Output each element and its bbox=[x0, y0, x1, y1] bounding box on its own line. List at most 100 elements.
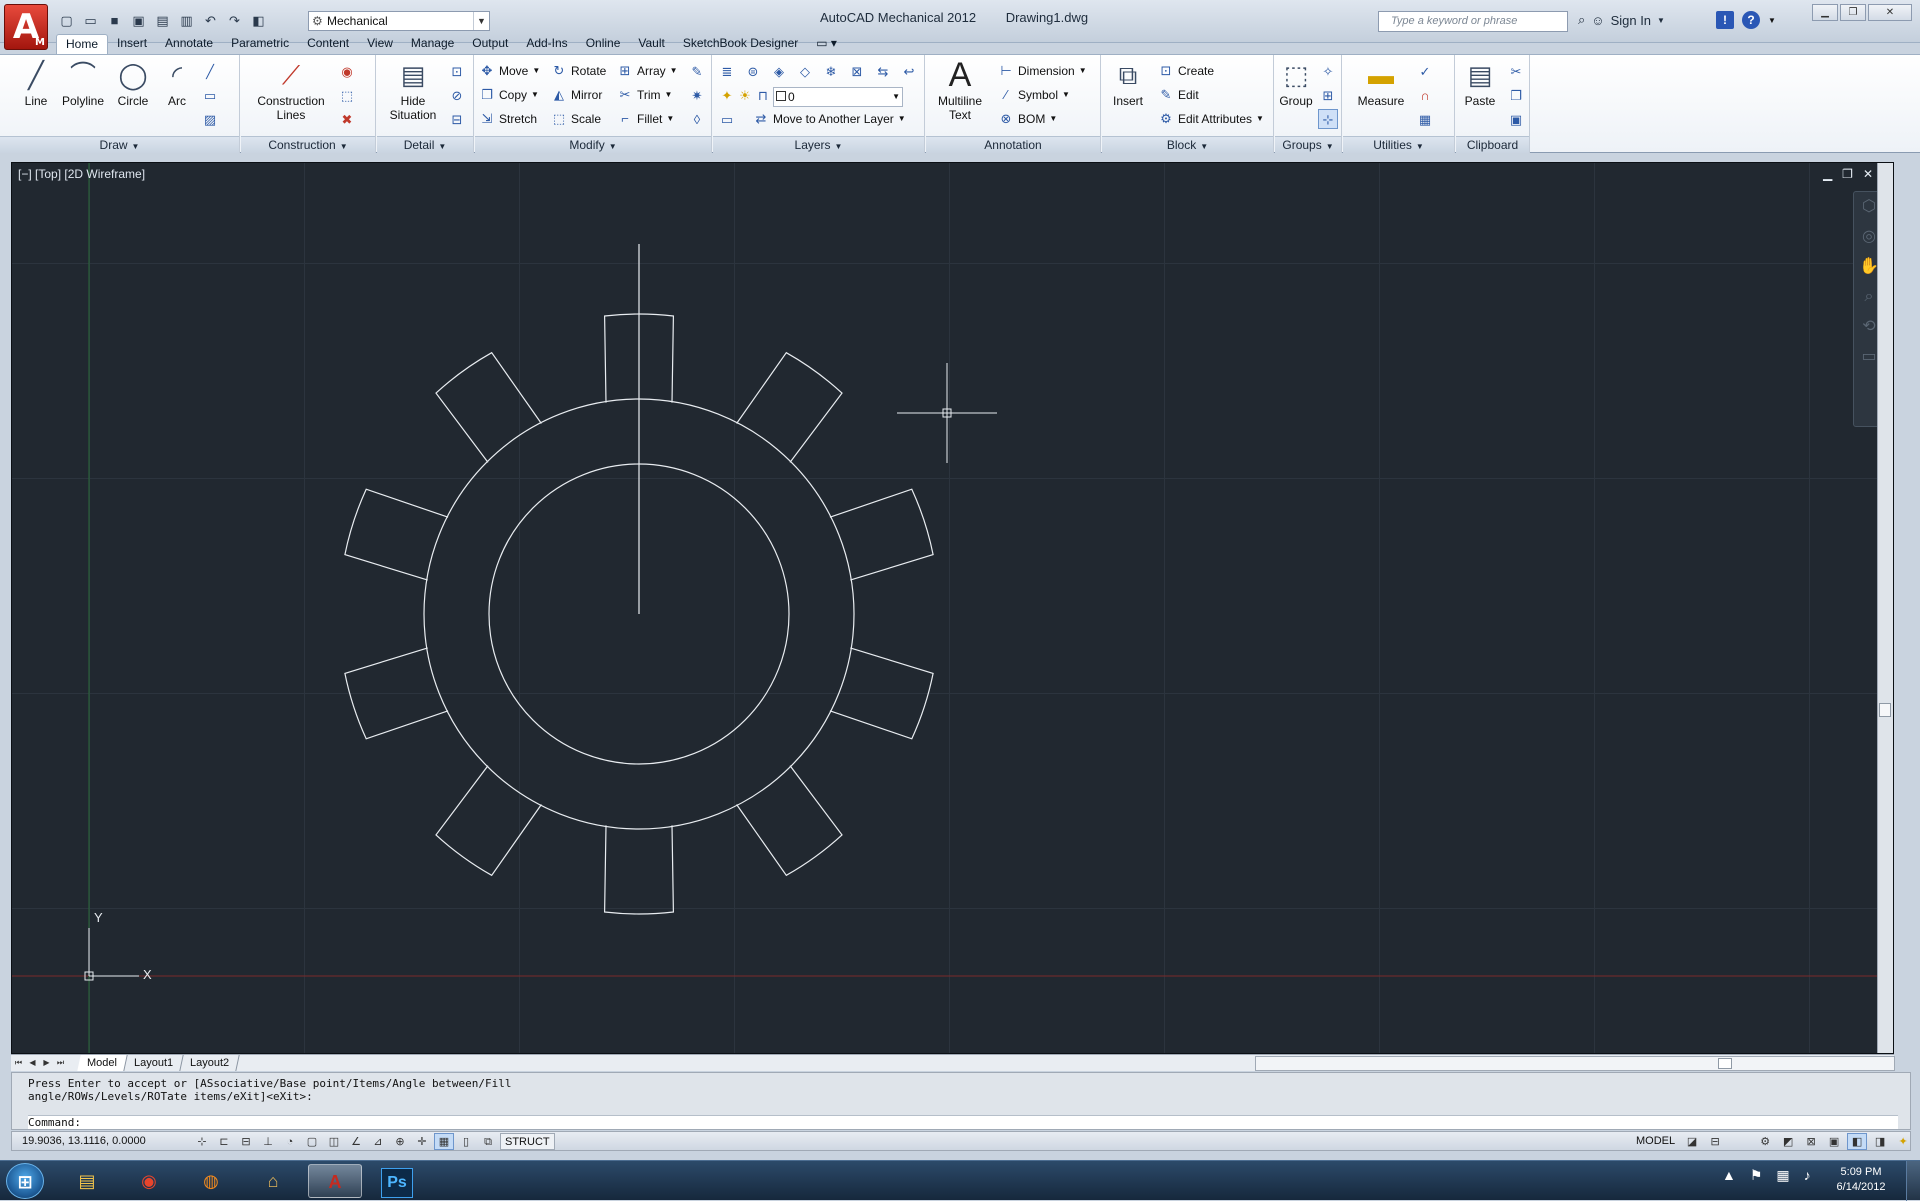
sign-in-link[interactable]: Sign In bbox=[1611, 13, 1651, 28]
3d-object-snap-icon[interactable]: ◫ bbox=[324, 1133, 344, 1150]
panel-title-construction[interactable]: Construction ▼ bbox=[241, 136, 375, 153]
rotate-button[interactable]: ↻ Rotate bbox=[551, 61, 607, 81]
panel-title-groups[interactable]: Groups ▼ bbox=[1275, 136, 1341, 153]
tab-home[interactable]: Home bbox=[56, 34, 109, 54]
open-icon[interactable]: ▭ bbox=[80, 10, 101, 31]
tab-add-ins[interactable]: Add-Ins bbox=[517, 34, 576, 54]
coordinates-display[interactable]: 19.9036, 13.1116, 0.0000 bbox=[22, 1135, 146, 1147]
line-button[interactable]: ╱ Line bbox=[14, 59, 58, 108]
quick-properties-icon[interactable]: ▯ bbox=[456, 1133, 476, 1150]
network-icon[interactable]: ▦ bbox=[1776, 1167, 1789, 1184]
tab-parametric[interactable]: Parametric bbox=[222, 34, 298, 54]
scale-button[interactable]: ⬚ Scale bbox=[551, 109, 601, 129]
autocad-taskbar-icon[interactable]: A bbox=[308, 1164, 362, 1198]
insert-block-button[interactable]: ⧉ Insert bbox=[1108, 59, 1148, 108]
group-selection-icon[interactable]: ⊹ bbox=[1318, 109, 1338, 129]
cut-icon[interactable]: ✂ bbox=[1506, 61, 1526, 81]
tab-online[interactable]: Online bbox=[577, 34, 630, 54]
match-properties-icon[interactable]: ◧ bbox=[248, 10, 269, 31]
move-button[interactable]: ✥ Move ▼ bbox=[479, 61, 541, 81]
gear-tooth[interactable] bbox=[435, 351, 542, 463]
struct-toggle[interactable]: STRUCT bbox=[500, 1133, 555, 1150]
circle-button[interactable]: ◯ Circle bbox=[110, 59, 156, 108]
tab-output[interactable]: Output bbox=[463, 34, 517, 54]
group-button[interactable]: ⬚ Group bbox=[1277, 59, 1315, 108]
chrome-icon[interactable]: ◉ bbox=[122, 1164, 176, 1198]
construction-line-icon[interactable]: ╱ bbox=[200, 61, 220, 81]
panel-title-block[interactable]: Block ▼ bbox=[1102, 136, 1273, 153]
arc-button[interactable]: ◜ Arc bbox=[158, 59, 196, 108]
fillet-button[interactable]: ⌐ Fillet ▼ bbox=[617, 109, 674, 129]
group-edit-icon[interactable]: ⊞ bbox=[1318, 85, 1338, 105]
bom-button[interactable]: ⊗ BOM ▼ bbox=[998, 109, 1058, 129]
move-to-another-layer-button[interactable]: ⇄ Move to Another Layer ▼ bbox=[753, 109, 906, 129]
dynamic-input-icon[interactable]: ⊕ bbox=[390, 1133, 410, 1150]
panel-title-utilities[interactable]: Utilities ▼ bbox=[1343, 136, 1454, 153]
tab-content[interactable]: Content bbox=[298, 34, 358, 54]
toolbar-lock-icon[interactable]: ⊠ bbox=[1801, 1133, 1821, 1150]
lightbulb-icon[interactable]: ✦ bbox=[1893, 1133, 1913, 1150]
dynamic-ucs-icon[interactable]: ⊿ bbox=[368, 1133, 388, 1150]
sign-in-area[interactable]: ⌕ ☺ Sign In ▼ bbox=[1578, 12, 1665, 28]
hide-situation-button[interactable]: ▤ Hide Situation bbox=[383, 59, 443, 122]
horizontal-scroll-thumb[interactable] bbox=[1718, 1058, 1732, 1069]
offset-icon[interactable]: ◊ bbox=[687, 109, 707, 129]
measure-button[interactable]: ▬ Measure bbox=[1351, 59, 1411, 108]
stretch-button[interactable]: ⇲ Stretch bbox=[479, 109, 537, 129]
copy-button[interactable]: ❐ Copy ▼ bbox=[479, 85, 539, 105]
application-menu-button[interactable]: A M bbox=[4, 4, 48, 50]
panel-title-detail[interactable]: Detail ▼ bbox=[377, 136, 473, 153]
firefox-icon[interactable]: ◍ bbox=[184, 1164, 238, 1198]
layer-freeze-icon[interactable]: ❄ bbox=[821, 61, 841, 81]
layer-match-icon[interactable]: ⇆ bbox=[873, 61, 893, 81]
next-tab-icon[interactable]: ▶ bbox=[41, 1056, 52, 1070]
array-button[interactable]: ⊞ Array ▼ bbox=[617, 61, 678, 81]
mirror-button[interactable]: ◭ Mirror bbox=[551, 85, 602, 105]
exchange-icon[interactable]: ! bbox=[1716, 11, 1734, 29]
edit-polyline-icon[interactable]: ✎ bbox=[687, 61, 707, 81]
create-block-button[interactable]: ⊡ Create bbox=[1158, 61, 1214, 81]
tab-sketchbook-designer[interactable]: SketchBook Designer bbox=[674, 34, 807, 54]
gear-tooth[interactable] bbox=[603, 825, 675, 915]
layer-current-icon[interactable]: ▭ bbox=[717, 109, 737, 129]
layer-properties-icon[interactable]: ≣ bbox=[717, 61, 737, 81]
ortho-mode-icon[interactable]: ⊥ bbox=[258, 1133, 278, 1150]
ungroup-icon[interactable]: ✧ bbox=[1318, 61, 1338, 81]
application-status-icon[interactable]: ◨ bbox=[1870, 1133, 1890, 1150]
tab-annotate[interactable]: Annotate bbox=[156, 34, 222, 54]
layer-states-icon[interactable]: ⊜ bbox=[743, 61, 763, 81]
maximize-button[interactable]: ❐ bbox=[1840, 4, 1866, 21]
clean-screen-icon[interactable]: ▾ bbox=[1916, 1133, 1920, 1150]
drawing-canvas[interactable]: Y X bbox=[12, 163, 1894, 1054]
calculator-icon[interactable]: ▦ bbox=[1415, 109, 1435, 129]
tab-layout2[interactable]: Layout2 bbox=[180, 1055, 240, 1071]
command-input[interactable]: Command: bbox=[28, 1115, 1898, 1129]
layer-lock-icon[interactable]: ⊠ bbox=[847, 61, 867, 81]
tab-layout1[interactable]: Layout1 bbox=[124, 1055, 184, 1071]
first-tab-icon[interactable]: ⏮ bbox=[13, 1056, 24, 1070]
photoshop-taskbar-icon[interactable]: Ps bbox=[370, 1164, 424, 1198]
drawing-viewport[interactable]: Y X [−] [Top] [2D Wireframe] ▁ ❐ ✕ ⬡ ◎ ✋… bbox=[11, 162, 1894, 1054]
layer-isolate-icon[interactable]: ◈ bbox=[769, 61, 789, 81]
hatch-icon[interactable]: ▨ bbox=[200, 109, 220, 129]
grid-display-icon[interactable]: ⊟ bbox=[236, 1133, 256, 1150]
restore-icon[interactable]: ❐ bbox=[1842, 167, 1853, 181]
panel-title-modify[interactable]: Modify ▼ bbox=[475, 136, 711, 153]
explode-icon[interactable]: ✷ bbox=[687, 85, 707, 105]
copy-clip-icon[interactable]: ❐ bbox=[1506, 85, 1526, 105]
transparency-icon[interactable]: ▦ bbox=[434, 1133, 454, 1150]
ribbon-minimize-toggle[interactable]: ▭ ▾ bbox=[807, 34, 846, 54]
plot-icon[interactable]: ▤ bbox=[152, 10, 173, 31]
construction-circle-icon[interactable]: ◉ bbox=[337, 61, 357, 81]
construction-lines-button[interactable]: ⟋ Construction Lines bbox=[251, 59, 331, 122]
edit-block-button[interactable]: ✎ Edit bbox=[1158, 85, 1199, 105]
gear-tooth[interactable] bbox=[736, 765, 843, 877]
quick-select-icon[interactable]: ✓ bbox=[1415, 61, 1435, 81]
horizontal-scrollbar[interactable] bbox=[1255, 1056, 1895, 1071]
symbol-button[interactable]: ∕ Symbol ▼ bbox=[998, 85, 1070, 105]
gear-tooth[interactable] bbox=[829, 488, 934, 581]
gear-tooth[interactable] bbox=[736, 351, 843, 463]
gear-tooth[interactable] bbox=[829, 647, 934, 740]
gear-tooth[interactable] bbox=[344, 647, 449, 740]
workspace-switching-icon[interactable]: ⚙ bbox=[1755, 1133, 1775, 1150]
